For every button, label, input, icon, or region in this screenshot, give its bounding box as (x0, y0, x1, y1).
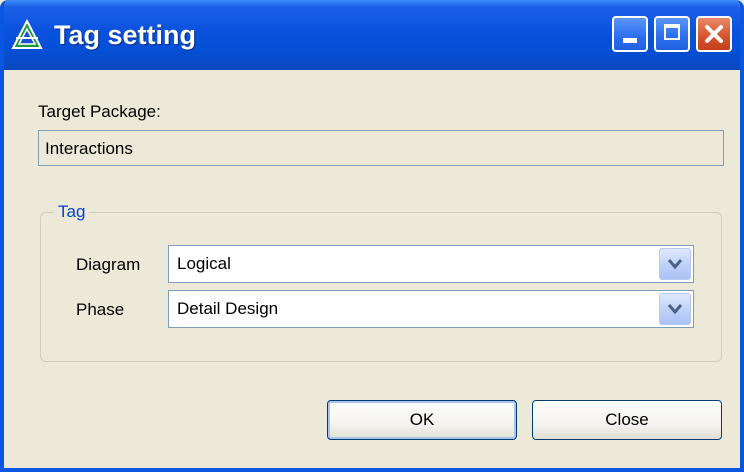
tag-setting-dialog: Tag setting Target Package: Interactions… (0, 0, 744, 472)
close-icon (705, 25, 723, 43)
chevron-down-icon (667, 304, 683, 315)
diagram-select[interactable]: Logical (168, 245, 694, 283)
ok-button[interactable]: OK (327, 400, 517, 440)
tag-groupbox (40, 212, 722, 362)
target-package-field: Interactions (38, 130, 724, 166)
phase-select-value: Detail Design (177, 299, 279, 318)
phase-label: Phase (76, 300, 125, 319)
minimize-icon (623, 38, 637, 43)
app-logo-icon (11, 18, 43, 49)
diagram-dropdown-button[interactable] (659, 248, 691, 280)
chevron-down-icon (667, 259, 683, 270)
target-package-value: Interactions (45, 139, 133, 158)
target-package-label: Target Package: (38, 102, 161, 121)
title-bar[interactable]: Tag setting (4, 0, 740, 70)
phase-dropdown-button[interactable] (659, 293, 691, 325)
phase-select[interactable]: Detail Design (168, 290, 694, 328)
close-button[interactable]: Close (532, 400, 722, 440)
minimize-button[interactable] (612, 16, 648, 52)
diagram-select-value: Logical (177, 254, 231, 273)
diagram-label: Diagram (76, 255, 141, 274)
tag-group-legend: Tag (54, 202, 90, 222)
maximize-icon (664, 24, 680, 40)
maximize-button[interactable] (654, 16, 690, 52)
close-window-button[interactable] (696, 16, 732, 52)
window-title: Tag setting (54, 20, 197, 50)
